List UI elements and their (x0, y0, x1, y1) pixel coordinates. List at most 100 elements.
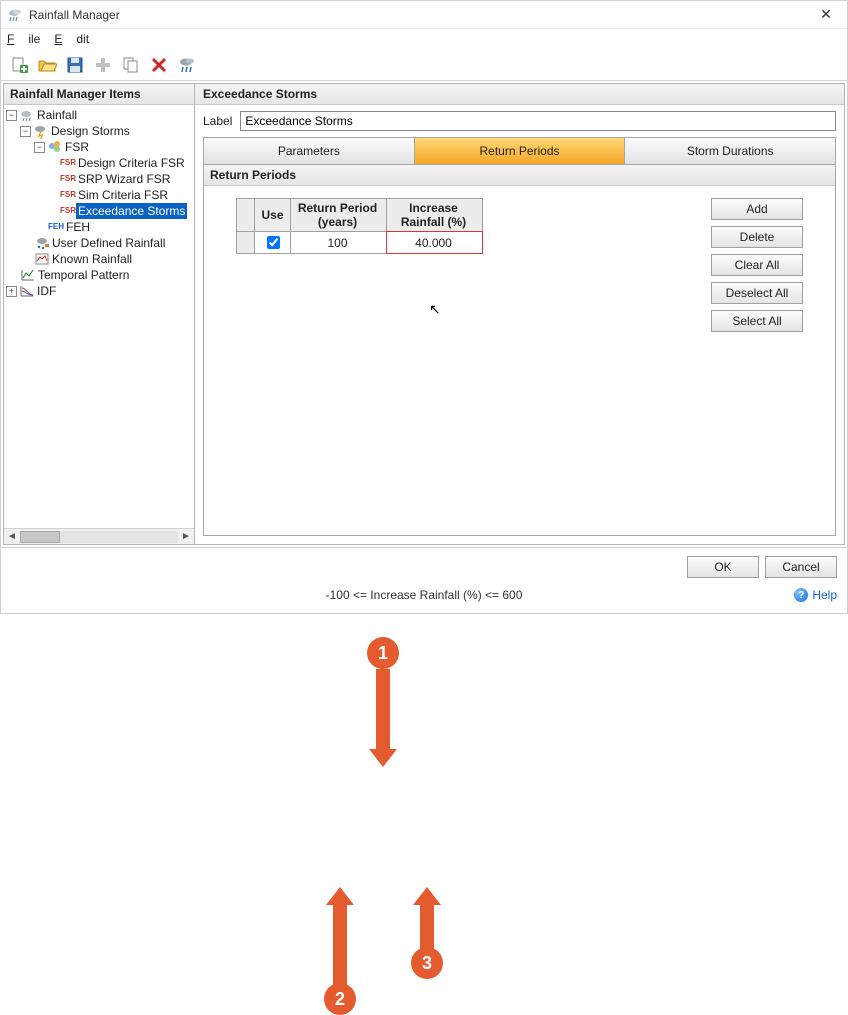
grid-button-column: Add Delete Clear All Deselect All Select… (711, 198, 803, 332)
footer-buttons: OK Cancel (11, 556, 837, 578)
fsr-icon: FSR (60, 171, 76, 187)
new-button[interactable] (7, 53, 31, 77)
content: Rainfall Manager Items − Rainfall − Desi… (1, 81, 847, 547)
collapse-icon[interactable]: − (20, 126, 31, 137)
storm-icon (33, 123, 49, 139)
tree-design-storms[interactable]: − Design Storms (4, 123, 194, 139)
scroll-right-icon[interactable]: ► (178, 530, 194, 544)
rainfall-button[interactable] (175, 53, 199, 77)
tree-srp-wizard-fsr[interactable]: FSR SRP Wizard FSR (4, 171, 194, 187)
tree-known-rainfall[interactable]: Known Rainfall (4, 251, 194, 267)
window-title: Rainfall Manager (29, 8, 811, 22)
annotation-arrow-1 (376, 669, 390, 751)
tree-label: Design Criteria FSR (76, 155, 187, 171)
footer-status-row: -100 <= Increase Rainfall (%) <= 600 ? H… (11, 588, 837, 602)
return-periods-panel: Return Periods Use Return Period (years)… (203, 165, 836, 536)
open-button[interactable] (35, 53, 59, 77)
tree-sim-criteria-fsr[interactable]: FSR Sim Criteria FSR (4, 187, 194, 203)
tree-label: User Defined Rainfall (50, 235, 167, 251)
arrow-up-icon (413, 887, 441, 905)
delete-button[interactable] (147, 53, 171, 77)
grid-cell-use[interactable] (255, 232, 291, 254)
tree-label: SRP Wizard FSR (76, 171, 172, 187)
user-rain-icon (34, 235, 50, 251)
tree-label: Sim Criteria FSR (76, 187, 170, 203)
sidebar-header: Rainfall Manager Items (4, 84, 194, 105)
annotation-badge-2: 2 (324, 983, 356, 1015)
add-disabled-button (91, 53, 115, 77)
main-header: Exceedance Storms (195, 84, 844, 105)
deselect-all-button[interactable]: Deselect All (711, 282, 803, 304)
sidebar-hscroll[interactable]: ◄ ► (4, 528, 194, 544)
annotation-badge-1: 1 (367, 637, 399, 669)
temporal-icon (20, 267, 36, 283)
close-button[interactable]: ✕ (811, 6, 841, 23)
tree-feh[interactable]: FEH FEH (4, 219, 194, 235)
label-caption: Label (203, 114, 232, 128)
clear-all-button[interactable]: Clear All (711, 254, 803, 276)
panel-header: Return Periods (204, 165, 835, 186)
menu-edit[interactable]: Edit (54, 32, 89, 46)
fsr-icon: FSR (60, 187, 76, 203)
arrow-down-icon (369, 749, 397, 767)
tab-storm-durations[interactable]: Storm Durations (625, 138, 835, 164)
delete-row-button[interactable]: Delete (711, 226, 803, 248)
collapse-icon[interactable]: − (34, 142, 45, 153)
return-periods-grid[interactable]: Use Return Period (years) Increase Rainf… (236, 198, 483, 254)
toolbar (1, 49, 847, 81)
fsr-group-icon (47, 139, 63, 155)
cancel-button[interactable]: Cancel (765, 556, 837, 578)
tree-design-criteria-fsr[interactable]: FSR Design Criteria FSR (4, 155, 194, 171)
label-input[interactable] (240, 111, 836, 131)
tree[interactable]: − Rainfall − Design Storms − (4, 105, 194, 528)
scroll-left-icon[interactable]: ◄ (4, 530, 20, 544)
grid-cell-increase[interactable]: 40.000 (387, 232, 483, 254)
cloud-icon (19, 107, 35, 123)
tree-label: Known Rainfall (50, 251, 134, 267)
copy-button[interactable] (119, 53, 143, 77)
grid-cell-return-period[interactable]: 100 (291, 232, 387, 254)
tree-label: Exceedance Storms (76, 203, 187, 219)
menu-file[interactable]: File (7, 32, 40, 46)
tree-idf[interactable]: + IDF (4, 283, 194, 299)
grid-rowheader-blank (237, 199, 255, 232)
feh-icon: FEH (48, 219, 64, 235)
fsr-icon: FSR (60, 155, 76, 171)
save-button[interactable] (63, 53, 87, 77)
tree-temporal-pattern[interactable]: Temporal Pattern (4, 267, 194, 283)
fsr-icon: FSR (60, 203, 76, 219)
add-button[interactable]: Add (711, 198, 803, 220)
grid-row-selector[interactable] (237, 232, 255, 254)
tab-return-periods[interactable]: Return Periods (415, 138, 626, 164)
tab-parameters[interactable]: Parameters (204, 138, 415, 164)
help-label: Help (812, 588, 837, 602)
scroll-track[interactable] (20, 531, 178, 543)
tab-strip: Parameters Return Periods Storm Duration… (203, 137, 836, 165)
tree-label: IDF (35, 283, 58, 299)
use-checkbox[interactable] (267, 236, 280, 249)
tree-user-defined[interactable]: User Defined Rainfall (4, 235, 194, 251)
select-all-button[interactable]: Select All (711, 310, 803, 332)
tree-label: FSR (63, 139, 91, 155)
label-row: Label (195, 105, 844, 137)
grid-col-increase: Increase Rainfall (%) (387, 199, 483, 232)
grid-row[interactable]: 100 40.000 (237, 232, 483, 254)
tree-rainfall[interactable]: − Rainfall (4, 107, 194, 123)
scroll-thumb[interactable] (20, 531, 60, 543)
main-panel: Exceedance Storms Label Parameters Retur… (195, 83, 845, 545)
tree-fsr[interactable]: − FSR (4, 139, 194, 155)
panel-body: Use Return Period (years) Increase Rainf… (204, 186, 835, 535)
help-icon: ? (794, 588, 808, 602)
idf-icon (19, 283, 35, 299)
tree-label: Rainfall (35, 107, 79, 123)
ok-button[interactable]: OK (687, 556, 759, 578)
annotation-badge-3: 3 (411, 947, 443, 979)
arrow-up-icon (326, 887, 354, 905)
expand-icon[interactable]: + (6, 286, 17, 297)
tree-label: Design Storms (49, 123, 132, 139)
annotation-arrow-2 (333, 903, 347, 985)
collapse-icon[interactable]: − (6, 110, 17, 121)
sidebar: Rainfall Manager Items − Rainfall − Desi… (3, 83, 195, 545)
help-link[interactable]: ? Help (794, 588, 837, 602)
tree-exceedance-storms[interactable]: FSR Exceedance Storms (4, 203, 194, 219)
